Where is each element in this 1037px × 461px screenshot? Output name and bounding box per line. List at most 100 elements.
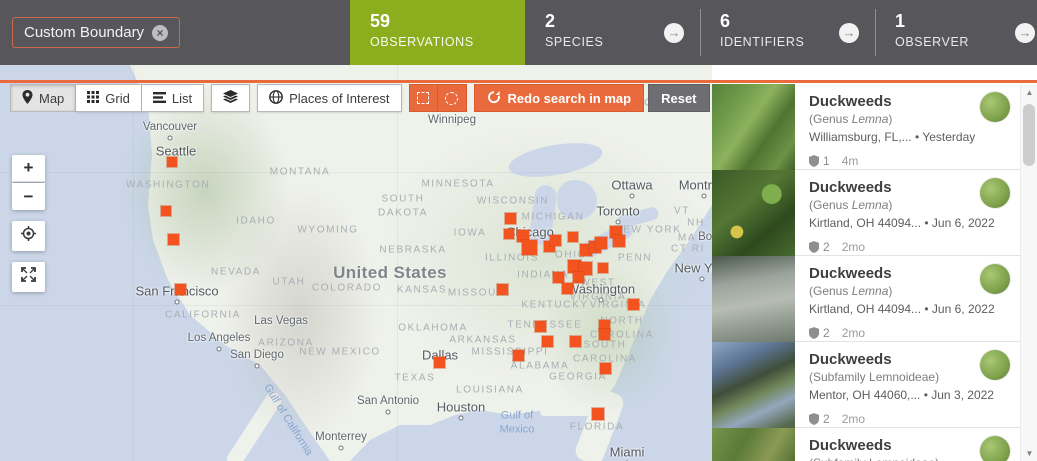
arrow-right-icon[interactable]: → <box>839 22 859 43</box>
scroll-down-icon[interactable]: ▼ <box>1021 445 1037 461</box>
observation-marker[interactable] <box>512 349 525 362</box>
observation-marker[interactable] <box>166 156 178 168</box>
observation-marker[interactable] <box>503 228 515 240</box>
observations-label: OBSERVATIONS <box>370 34 474 49</box>
state-label: NEVADA <box>211 266 261 278</box>
zoom-in-button[interactable]: + <box>12 155 45 182</box>
observer-avatar[interactable] <box>980 92 1010 122</box>
observation-stats: 1 4m <box>809 154 1010 168</box>
lake-ontario <box>616 205 660 230</box>
reset-button[interactable]: Reset <box>648 84 710 112</box>
map-canvas[interactable]: WASHINGTON MONTANA MINNESOTA SOUTH DAKOTA WY… <box>0 65 712 461</box>
observer-avatar[interactable] <box>980 350 1010 380</box>
observation-marker[interactable] <box>160 205 172 217</box>
scroll-up-icon[interactable]: ▲ <box>1021 84 1037 100</box>
draw-rectangle-button[interactable] <box>408 84 438 112</box>
tab-species[interactable]: 2 SPECIES → <box>525 0 700 65</box>
observation-marker[interactable] <box>594 236 608 250</box>
observation-photo[interactable] <box>712 170 795 256</box>
observation-marker[interactable] <box>567 231 579 243</box>
observation-marker[interactable] <box>496 283 509 296</box>
accent-divider <box>0 80 1037 83</box>
observation-marker[interactable] <box>174 283 187 296</box>
list-view-label: List <box>171 90 193 106</box>
state-label: SOUTH DAKOTA <box>378 193 428 219</box>
observation-card[interactable]: Duckweeds (Genus Lemna) Williamsburg, FL… <box>712 84 1020 170</box>
country-label: United States <box>333 263 447 282</box>
state-label: NEW MEXICO <box>299 346 381 358</box>
observation-photo[interactable] <box>712 256 795 342</box>
city-label: Vancouver <box>142 121 198 133</box>
state-label: VT <box>674 205 690 217</box>
observer-avatar[interactable] <box>980 436 1010 461</box>
list-view-button[interactable]: List <box>141 84 205 112</box>
observation-marker[interactable] <box>627 298 640 311</box>
observer-avatar[interactable] <box>980 264 1010 294</box>
observation-stats: 2 2mo <box>809 412 1010 426</box>
observation-photo[interactable] <box>712 342 795 428</box>
observation-marker[interactable] <box>572 271 585 284</box>
state-label: OKLAHOMA <box>398 322 468 334</box>
state-label: IDAHO <box>236 215 276 227</box>
observation-marker[interactable] <box>552 271 565 284</box>
tab-identifiers[interactable]: 6 IDENTIFIERS → <box>700 0 875 65</box>
observation-marker[interactable] <box>612 234 626 248</box>
observation-card[interactable]: Duckweeds (Subfamily Lemnoideae) Mentor,… <box>712 342 1020 428</box>
state-label: KANSAS <box>396 284 448 296</box>
observations-count: 59 <box>370 11 391 31</box>
fullscreen-button[interactable] <box>12 262 45 292</box>
observation-card[interactable]: Duckweeds (Genus Lemna) Kirtland, OH 440… <box>712 256 1020 342</box>
observation-marker[interactable] <box>599 362 612 375</box>
observation-marker[interactable] <box>591 407 605 421</box>
city-label: Winnipeg <box>428 114 476 126</box>
draw-circle-button[interactable] <box>437 84 467 112</box>
observation-marker[interactable] <box>598 328 611 341</box>
state-label: ARKANSAS <box>449 334 517 346</box>
identifications-icon <box>809 327 819 339</box>
observation-stats: 2 2mo <box>809 240 1010 254</box>
observation-taxon-sci: (Genus Lemna) <box>809 198 893 212</box>
map-view-label: Map <box>39 90 65 106</box>
layers-button[interactable] <box>211 84 251 112</box>
observation-marker[interactable] <box>433 356 446 369</box>
observation-marker[interactable] <box>549 234 562 247</box>
observation-location-date: Kirtland, OH 44094... • Jun 6, 2022 <box>809 216 995 230</box>
places-of-interest-label: Places of Interest <box>289 90 390 106</box>
observer-avatar[interactable] <box>980 178 1010 208</box>
identifications-icon <box>809 413 819 425</box>
custom-boundary-filter-chip[interactable]: Custom Boundary × <box>12 17 181 48</box>
observation-stats: 2 2mo <box>809 326 1010 340</box>
observation-marker[interactable] <box>597 262 609 274</box>
observation-marker[interactable] <box>504 212 517 225</box>
state-label: ALABAMA <box>510 360 570 372</box>
observation-marker[interactable] <box>534 320 547 333</box>
map-view-button[interactable]: Map <box>10 84 77 112</box>
observation-photo[interactable] <box>712 84 795 170</box>
city-dot <box>167 135 173 141</box>
city-label: Las Vegas <box>254 315 308 327</box>
observation-marker[interactable] <box>561 282 574 295</box>
plus-icon: + <box>23 158 34 177</box>
observation-card[interactable]: Duckweeds (Subfamily Lemnoideae) <box>712 428 1020 461</box>
redo-search-button[interactable]: Redo search in map <box>473 84 645 112</box>
sidebar-scrollbar[interactable]: ▲ ▼ <box>1020 84 1037 461</box>
remove-filter-icon[interactable]: × <box>152 24 169 41</box>
observation-marker[interactable] <box>167 233 180 246</box>
observation-card[interactable]: Duckweeds (Genus Lemna) Kirtland, OH 440… <box>712 170 1020 256</box>
observation-marker[interactable] <box>541 335 554 348</box>
observation-marker[interactable] <box>569 335 582 348</box>
tab-observations[interactable]: 59 OBSERVATIONS <box>350 0 525 65</box>
grid-icon <box>87 90 100 106</box>
arrow-right-icon[interactable]: → <box>1015 22 1035 43</box>
geolocate-button[interactable] <box>12 221 45 251</box>
arrow-right-icon[interactable]: → <box>664 22 684 43</box>
scrollbar-thumb[interactable] <box>1023 104 1035 166</box>
tab-observer[interactable]: 1 OBSERVER → <box>875 0 1037 65</box>
observation-marker[interactable] <box>521 239 538 256</box>
places-of-interest-button[interactable]: Places of Interest <box>257 84 402 112</box>
lake-huron <box>557 180 597 220</box>
observation-photo[interactable] <box>712 428 795 461</box>
grid-view-button[interactable]: Grid <box>76 84 142 112</box>
state-label: GEORGIA <box>549 371 607 383</box>
zoom-out-button[interactable]: − <box>12 183 45 210</box>
